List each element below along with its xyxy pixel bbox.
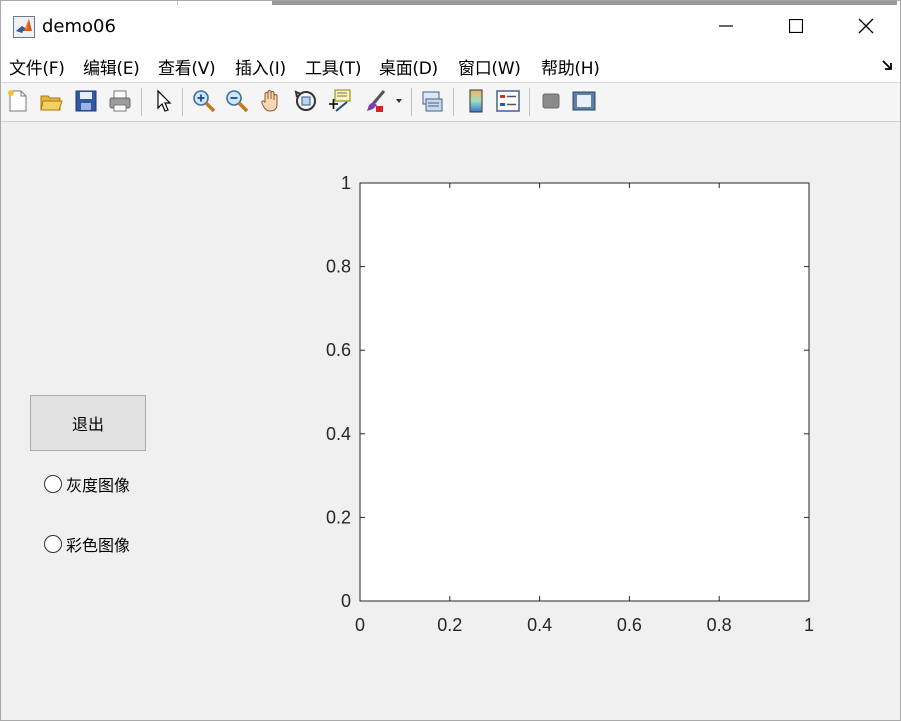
axes-box <box>359 182 810 602</box>
y-tick-label: 0.2 <box>326 507 351 527</box>
x-tick-label: 0.2 <box>437 615 462 635</box>
x-tick-label: 0.4 <box>527 615 552 635</box>
x-tick-label: 0.6 <box>617 615 642 635</box>
y-tick-label: 0.4 <box>326 424 351 444</box>
x-tick-label: 1 <box>804 615 814 635</box>
y-tick-label: 1 <box>341 173 351 193</box>
x-tick-label: 0.8 <box>707 615 732 635</box>
plot-axes[interactable]: 0 0.2 0.4 0.6 0.8 1 0 0.2 0.4 0.6 0.8 1 <box>0 0 901 721</box>
y-tick-label: 0 <box>341 591 351 611</box>
x-tick-label: 0 <box>355 615 365 635</box>
y-tick-label: 0.6 <box>326 340 351 360</box>
y-tick-label: 0.8 <box>326 257 351 277</box>
